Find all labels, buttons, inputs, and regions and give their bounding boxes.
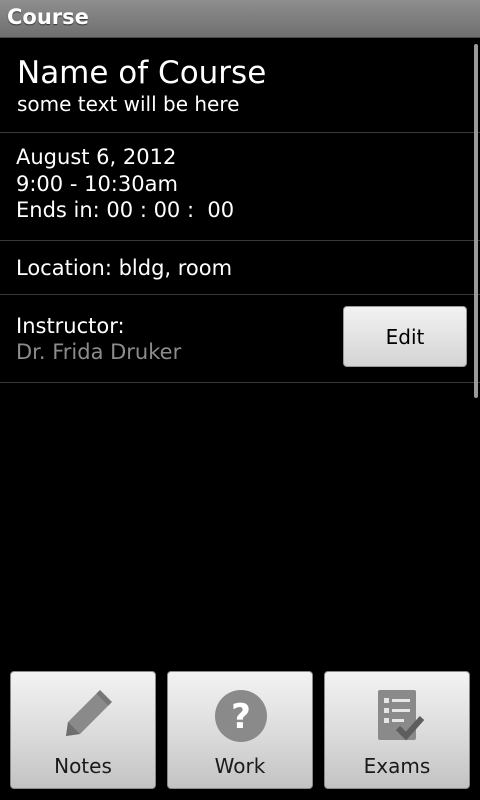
notes-button[interactable]: Notes [10,671,156,789]
exams-label: Exams [363,754,431,778]
pencil-icon [66,690,112,736]
course-name: Name of Course [17,55,267,91]
location-text: Location: bldg, room [16,256,233,280]
question-icon: ? [215,690,267,742]
schedule-section: August 6, 2012 9:00 - 10:30am Ends in: 0… [0,133,480,241]
svg-text:?: ? [231,697,251,737]
exams-button[interactable]: Exams [324,671,470,789]
checklist-icon [378,690,425,741]
instructor-label: Instructor: [16,314,125,338]
work-label: Work [214,754,266,778]
course-subtitle: some text will be here [17,92,240,116]
instructor-name: Dr. Frida Druker [16,340,182,364]
countdown-text: Ends in: 00 : 00 : 00 [16,198,235,222]
scrollbar[interactable] [474,44,478,398]
work-button[interactable]: ? Work [167,671,313,789]
course-header: Name of Course some text will be here [0,38,480,133]
location-section: Location: bldg, room [0,241,480,295]
course-time: 9:00 - 10:30am [16,172,178,196]
app-title: Course [7,5,89,29]
instructor-section: Instructor: Dr. Frida Druker Edit [0,295,480,383]
course-date: August 6, 2012 [16,145,177,169]
course-details: Name of Course some text will be here Au… [0,38,480,383]
title-bar: Course [0,0,480,38]
bottom-nav: Notes ? Work Exams [0,671,480,800]
notes-label: Notes [54,754,112,778]
edit-button[interactable]: Edit [343,306,467,367]
